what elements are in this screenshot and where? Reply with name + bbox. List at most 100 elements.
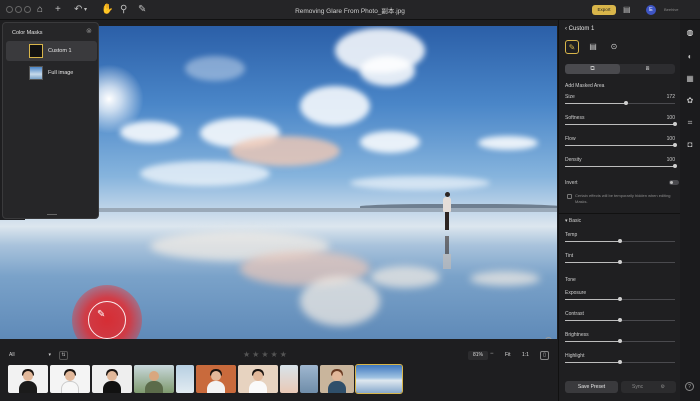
sync-label: Sync [632, 384, 644, 390]
filmstrip-thumb[interactable] [238, 365, 278, 393]
chat-bubble-icon[interactable]: ◍ [685, 28, 695, 38]
radial-tool-button[interactable]: ⊙ [607, 40, 621, 54]
slider-knob[interactable] [623, 101, 628, 105]
slider-fill [565, 241, 620, 242]
one-to-one-button[interactable]: 1:1 [522, 351, 529, 360]
adjustments-panel: ‹ Custom 1 ✎ ▤ ⊙ ⧉ ⧈ Add Masked Area Siz… [558, 20, 681, 401]
filter-select[interactable]: All ▾ [9, 351, 53, 360]
filmstrip-thumb[interactable] [8, 365, 48, 393]
filmstrip-thumb-current[interactable] [355, 364, 403, 394]
layers-icon[interactable]: ▦ [685, 74, 695, 84]
zoom-level[interactable]: 81% [468, 351, 488, 360]
cloud [185, 56, 245, 81]
erase-mode-button[interactable]: ⧈ [620, 64, 675, 74]
zoom-out-icon[interactable]: − [490, 351, 494, 357]
slider-value: 172 [666, 94, 675, 100]
sort-filter-icon[interactable]: ⇅ [59, 351, 68, 360]
compare-icon[interactable]: ▯ [540, 351, 549, 360]
filmstrip-thumb[interactable] [176, 365, 194, 393]
slider-knob[interactable] [618, 260, 622, 264]
mask-item-full-image[interactable]: Full image [6, 63, 97, 83]
slider-knob[interactable] [673, 164, 677, 168]
fit-button[interactable]: Fit [505, 351, 511, 360]
mask-item-custom-1[interactable]: Custom 1 [6, 41, 97, 61]
title-bar: ⌂ + ↶ ▾ ✋ ⚲ ✎ Removing Glare From Photo_… [0, 0, 700, 20]
slider-knob[interactable] [618, 239, 622, 243]
mask-item-label: Custom 1 [48, 48, 72, 54]
cloud-reflection [370, 266, 440, 288]
avatar[interactable]: E [646, 5, 656, 15]
user-name: Beehive [664, 7, 679, 12]
slider-knob[interactable] [673, 122, 677, 126]
basic-section-header[interactable]: ▾ Basic [565, 218, 581, 224]
slider-knob[interactable] [673, 143, 677, 147]
brush-tool-button[interactable]: ✎ [565, 40, 579, 54]
palette-icon[interactable]: ◐ [685, 52, 695, 62]
filmstrip-thumb[interactable] [300, 365, 318, 393]
close-icon[interactable]: ⊗ [86, 27, 92, 35]
slider-label: Brightness [565, 332, 589, 338]
slider-tint[interactable]: Tint [565, 253, 675, 271]
export-button[interactable]: Export [592, 5, 616, 15]
filmstrip-thumb[interactable] [50, 365, 90, 393]
slider-knob[interactable] [618, 297, 622, 301]
slider-knob[interactable] [618, 339, 622, 343]
linear-gradient-icon: ▤ [589, 42, 597, 51]
slider-density[interactable]: Density 100 [565, 157, 677, 175]
slider-value: 100 [666, 157, 675, 163]
cloud [350, 176, 490, 190]
invert-toggle[interactable] [669, 180, 679, 185]
filmstrip-thumb[interactable] [280, 365, 298, 393]
erase-mask-icon: ⧈ [645, 66, 650, 72]
filmstrip-thumb[interactable] [92, 365, 132, 393]
slider-temp[interactable]: Temp [565, 232, 675, 250]
cloud [360, 131, 420, 153]
hint-checkbox[interactable] [567, 194, 572, 199]
masks-panel-title: Color Masks [12, 30, 43, 36]
filmstrip-thumb[interactable] [196, 365, 236, 393]
thumb-face [23, 371, 33, 381]
slider-size[interactable]: Size 172 [565, 94, 675, 112]
slider-flow[interactable]: Flow 100 [565, 136, 677, 154]
help-icon[interactable]: ? [685, 382, 694, 391]
camera-icon[interactable]: ◘ [685, 140, 695, 150]
effects-icon[interactable]: ✿ [685, 96, 695, 106]
save-preset-button[interactable]: Save Preset [565, 381, 618, 393]
brush-cursor-ring[interactable] [88, 301, 126, 339]
sync-button[interactable]: Sync ⚙ [621, 381, 676, 393]
thumb-face [211, 371, 221, 381]
slider-softness[interactable]: Softness 100 [565, 115, 677, 133]
filmstrip-thumb[interactable] [134, 365, 174, 393]
panel-resize-handle[interactable] [47, 214, 57, 215]
slider-brightness[interactable]: Brightness [565, 332, 675, 350]
chevron-left-icon[interactable]: ‹ [565, 26, 567, 32]
add-mode-button[interactable]: ⧉ [565, 64, 620, 74]
panel-toggle-icon[interactable]: ▤ [623, 3, 631, 17]
thumb-shirt [328, 381, 346, 393]
panel-header[interactable]: ‹ Custom 1 [565, 26, 594, 32]
slider-label: Highlight [565, 353, 585, 359]
slider-contrast[interactable]: Contrast [565, 311, 675, 329]
filmstrip-thumb[interactable] [320, 365, 354, 393]
brush-cursor-icon: ✎ [97, 309, 106, 320]
radial-gradient-icon: ⊙ [610, 42, 618, 51]
star-rating[interactable]: ★★★★★ [243, 350, 289, 359]
person-legs [445, 212, 449, 230]
slider-highlight[interactable]: Highlight [565, 353, 675, 371]
basic-section-label: Basic [568, 218, 582, 224]
filter-select-value: All [9, 352, 15, 358]
cloud [478, 136, 538, 150]
slider-value: 100 [666, 136, 675, 142]
slider-knob[interactable] [618, 360, 622, 364]
slider-exposure[interactable]: Exposure [565, 290, 675, 308]
slider-label: Flow [565, 136, 576, 142]
thumb-face [107, 371, 117, 381]
crop-icon[interactable]: ⌗ [685, 118, 695, 128]
cloud-reflection [470, 271, 540, 286]
gradient-tool-button[interactable]: ▤ [586, 40, 600, 54]
cloud-reflection [300, 276, 380, 326]
slider-label: Softness [565, 115, 585, 121]
reflection-legs [445, 236, 449, 254]
chevron-down-icon: ▾ [48, 352, 51, 358]
slider-knob[interactable] [618, 318, 622, 322]
